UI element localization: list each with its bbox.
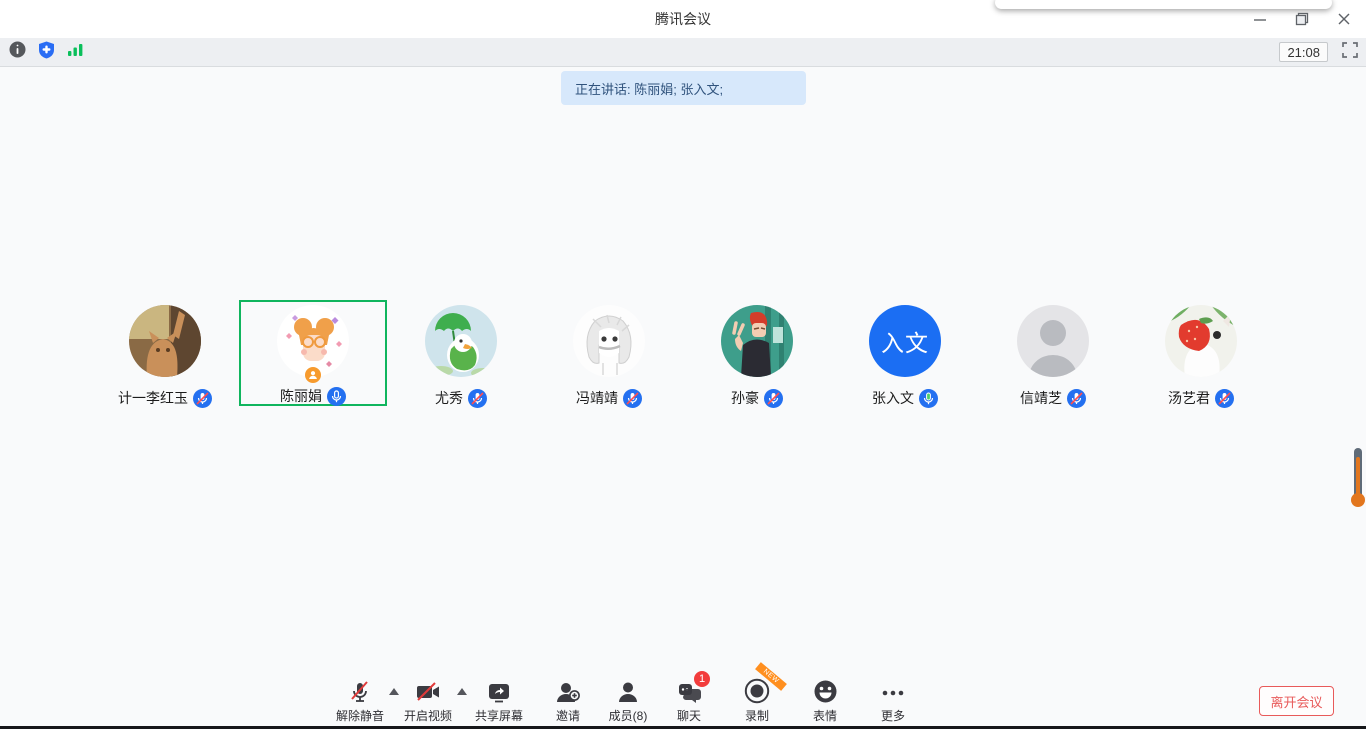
mic-speaking-icon <box>327 387 346 406</box>
camera-off-icon <box>415 680 441 704</box>
close-button[interactable] <box>1336 11 1352 27</box>
members-icon <box>616 680 640 704</box>
invite-label: 邀请 <box>556 707 580 724</box>
participant-tile[interactable]: 孙豪 <box>683 300 831 406</box>
avatar-anime-sketch <box>573 305 645 377</box>
meeting-timer: 21:08 <box>1279 42 1328 62</box>
members-label: 成员(8) <box>609 707 648 724</box>
restore-icon <box>1295 12 1309 26</box>
avatar-default-silhouette <box>1017 305 1089 377</box>
emoji-icon <box>813 679 838 704</box>
thermometer-icon <box>1350 447 1366 514</box>
speaking-banner-text: 正在讲话: 陈丽娟; 张入文; <box>575 79 723 98</box>
participant-tile[interactable]: 信靖芝 <box>979 300 1127 406</box>
chat-label: 聊天 <box>677 707 701 724</box>
minimize-icon <box>1253 12 1267 26</box>
status-bar: 21:08 <box>0 38 1366 67</box>
invite-icon <box>555 680 581 704</box>
emoji-label: 表情 <box>813 707 837 724</box>
avatar-duck-umbrella <box>425 305 497 377</box>
unmute-label: 解除静音 <box>336 707 384 724</box>
start-video-label: 开启视频 <box>404 707 452 724</box>
avatar-red-hair-cartoon <box>721 305 793 377</box>
meeting-info-icon[interactable] <box>9 41 26 63</box>
network-signal-icon[interactable] <box>67 42 84 62</box>
participant-tile[interactable]: 汤艺君 <box>1127 300 1275 406</box>
window-title: 腾讯会议 <box>655 9 711 29</box>
more-icon <box>880 679 906 703</box>
minimize-button[interactable] <box>1252 11 1268 27</box>
avatar-cat-strawberry <box>1165 305 1237 377</box>
participant-tile[interactable]: 计一李红玉 <box>91 300 239 406</box>
mic-speaking-active-icon <box>919 389 938 408</box>
participant-tile-speaking[interactable]: 入文 张入文 <box>831 300 979 406</box>
mic-off-icon <box>348 680 372 704</box>
mic-muted-icon <box>623 389 642 408</box>
leave-meeting-button[interactable]: 离开会议 <box>1259 686 1334 716</box>
more-button[interactable]: 更多 <box>853 678 933 724</box>
share-screen-icon <box>487 680 511 704</box>
participant-name: 汤艺君 <box>1168 388 1210 408</box>
mic-muted-icon <box>1067 389 1086 408</box>
restore-button[interactable] <box>1294 11 1310 27</box>
fullscreen-button[interactable] <box>1342 42 1358 63</box>
share-screen-label: 共享屏幕 <box>475 707 523 724</box>
avatar-initials-text: 入文 <box>881 324 929 358</box>
participant-tile-active-speaker[interactable]: 陈丽娟 <box>239 300 387 406</box>
participant-name: 冯靖靖 <box>576 388 618 408</box>
chat-unread-badge: 1 <box>694 671 710 687</box>
mic-muted-icon <box>764 389 783 408</box>
mic-muted-icon <box>193 389 212 408</box>
participant-name: 张入文 <box>872 388 914 408</box>
record-icon <box>744 678 770 704</box>
participant-tile[interactable]: 尤秀 <box>387 300 535 406</box>
bottom-toolbar: 解除静音 开启视频 共享屏幕 <box>0 678 1366 726</box>
status-icons <box>0 41 84 64</box>
host-badge-icon <box>305 367 321 383</box>
mic-muted-icon <box>468 389 487 408</box>
participant-tile[interactable]: 冯靖靖 <box>535 300 683 406</box>
avatar-initials: 入文 <box>869 305 941 377</box>
mic-muted-icon <box>1215 389 1234 408</box>
close-icon <box>1337 12 1351 26</box>
participant-name: 孙豪 <box>731 388 759 408</box>
participant-name: 陈丽娟 <box>280 386 322 406</box>
speaking-banner: 正在讲话: 陈丽娟; 张入文; <box>561 71 806 105</box>
share-screen-button[interactable]: 共享屏幕 <box>459 678 539 724</box>
more-label: 更多 <box>881 707 905 724</box>
record-label: 录制 <box>745 707 769 724</box>
participants-row: 计一李红玉 <box>91 300 1275 406</box>
window-controls <box>1252 0 1358 38</box>
participant-name: 信靖芝 <box>1020 388 1062 408</box>
title-bar: 腾讯会议 <box>0 0 1366 38</box>
participant-name: 尤秀 <box>435 388 463 408</box>
participant-name: 计一李红玉 <box>118 388 188 408</box>
avatar-cat-photo <box>129 305 201 377</box>
start-video-button[interactable]: 开启视频 <box>388 678 468 724</box>
shield-plus-icon[interactable] <box>38 41 55 64</box>
